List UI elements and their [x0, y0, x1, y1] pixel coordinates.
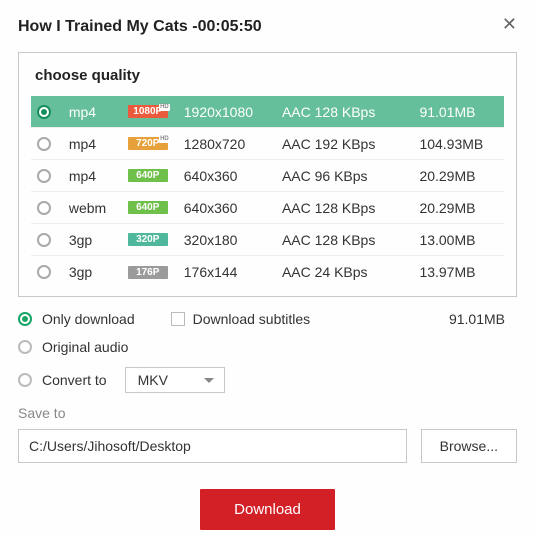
quality-row-0[interactable]: mp41080P 1920x1080AAC 128 KBps91.01MB	[31, 96, 504, 128]
convert-format-select[interactable]: MKV	[125, 367, 225, 393]
audio-label: AAC 128 KBps	[282, 200, 419, 216]
quality-row-1[interactable]: mp4720P 1280x720AAC 192 KBps104.93MB	[31, 128, 504, 160]
resolution-label: 1920x1080	[184, 104, 282, 120]
radio-off-icon	[18, 373, 32, 387]
size-label: 13.97MB	[419, 264, 498, 280]
radio-icon	[37, 105, 51, 119]
radio-icon	[37, 233, 51, 247]
audio-label: AAC 128 KBps	[282, 232, 419, 248]
convert-to-option[interactable]: Convert to	[18, 372, 107, 388]
quality-badge: 320P	[128, 233, 168, 246]
original-audio-option[interactable]: Original audio	[18, 339, 128, 355]
window-title: How I Trained My Cats	[18, 18, 192, 35]
audio-label: AAC 96 KBps	[282, 168, 419, 184]
quality-badge: 720P	[128, 137, 168, 150]
radio-icon	[37, 265, 51, 279]
radio-on-icon	[18, 312, 32, 326]
size-label: 13.00MB	[419, 232, 498, 248]
quality-heading: choose quality	[31, 67, 504, 96]
size-label: 91.01MB	[419, 104, 498, 120]
only-download-option[interactable]: Only download	[18, 311, 135, 327]
selected-size: 91.01MB	[449, 311, 517, 327]
browse-button[interactable]: Browse...	[421, 429, 517, 463]
quality-badge: 1080P	[128, 105, 168, 118]
close-icon[interactable]: ✕	[502, 15, 517, 33]
video-duration: -00:05:50	[192, 18, 261, 35]
save-path-input[interactable]: C:/Users/Jihosoft/Desktop	[18, 429, 407, 463]
audio-label: AAC 192 KBps	[282, 136, 419, 152]
resolution-label: 640x360	[184, 168, 282, 184]
format-label: webm	[69, 200, 128, 216]
quality-row-3[interactable]: webm640P 640x360AAC 128 KBps20.29MB	[31, 192, 504, 224]
quality-row-4[interactable]: 3gp320P 320x180AAC 128 KBps13.00MB	[31, 224, 504, 256]
format-label: 3gp	[69, 232, 128, 248]
size-label: 104.93MB	[419, 136, 498, 152]
checkbox-icon	[171, 312, 185, 326]
format-label: mp4	[69, 136, 128, 152]
audio-label: AAC 128 KBps	[282, 104, 419, 120]
quality-badge: 176P	[128, 266, 168, 279]
radio-off-icon	[18, 340, 32, 354]
format-label: mp4	[69, 104, 128, 120]
format-label: mp4	[69, 168, 128, 184]
download-subtitles-label: Download subtitles	[193, 311, 311, 327]
save-to-label: Save to	[18, 405, 517, 421]
size-label: 20.29MB	[419, 200, 498, 216]
convert-to-label: Convert to	[42, 372, 107, 388]
original-audio-label: Original audio	[42, 339, 128, 355]
quality-row-5[interactable]: 3gp176P 176x144AAC 24 KBps13.97MB	[31, 256, 504, 288]
quality-row-2[interactable]: mp4640P 640x360AAC 96 KBps20.29MB	[31, 160, 504, 192]
quality-panel: choose quality mp41080P1920x1080AAC 128 …	[18, 52, 517, 297]
only-download-label: Only download	[42, 311, 135, 327]
resolution-label: 176x144	[184, 264, 282, 280]
radio-icon	[37, 201, 51, 215]
resolution-label: 320x180	[184, 232, 282, 248]
convert-format-value: MKV	[138, 372, 168, 388]
quality-badge: 640P	[128, 169, 168, 182]
resolution-label: 640x360	[184, 200, 282, 216]
size-label: 20.29MB	[419, 168, 498, 184]
format-label: 3gp	[69, 264, 128, 280]
download-button[interactable]: Download	[200, 489, 335, 530]
quality-badge: 640P	[128, 201, 168, 214]
radio-icon	[37, 137, 51, 151]
radio-icon	[37, 169, 51, 183]
resolution-label: 1280x720	[184, 136, 282, 152]
download-subtitles-option[interactable]: Download subtitles	[171, 311, 311, 327]
options-panel: Only download Download subtitles 91.01MB…	[18, 311, 517, 393]
audio-label: AAC 24 KBps	[282, 264, 419, 280]
